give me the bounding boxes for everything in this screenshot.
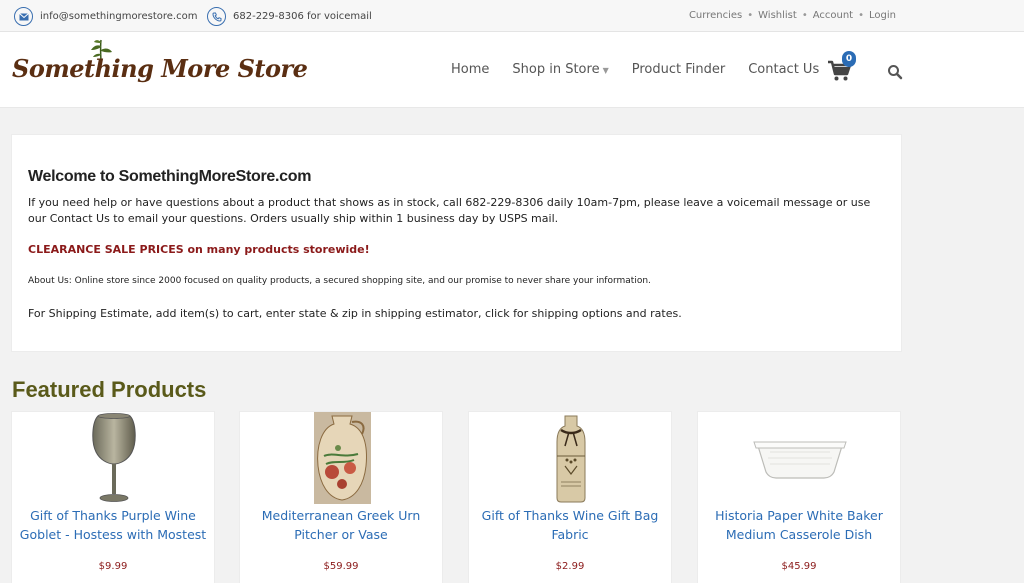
product-card[interactable]: Historia Paper White Baker Medium Casser… (697, 411, 901, 583)
cart-count-badge: 0 (842, 51, 856, 67)
product-name-link[interactable]: Gift of Thanks Wine Gift Bag Fabric (475, 506, 665, 544)
account-link[interactable]: Account (813, 10, 853, 21)
separator: • (858, 10, 865, 21)
currencies-link[interactable]: Currencies (689, 10, 742, 21)
product-card[interactable]: Gift of Thanks Wine Gift Bag Fabric $2.9… (468, 411, 672, 583)
phone-text[interactable]: 682-229-8306 for voicemail (233, 11, 372, 22)
nav-product-finder[interactable]: Product Finder (632, 62, 725, 77)
wishlist-link[interactable]: Wishlist (758, 10, 797, 21)
envelope-icon (14, 7, 33, 26)
product-name-link[interactable]: Gift of Thanks Purple Wine Goblet - Host… (18, 506, 208, 544)
casserole-dish-image[interactable] (698, 412, 902, 504)
phone-contact[interactable]: 682-229-8306 for voicemail (207, 7, 372, 26)
shipping-note: For Shipping Estimate, add item(s) to ca… (28, 307, 682, 320)
product-name-link[interactable]: Historia Paper White Baker Medium Casser… (704, 506, 894, 544)
phone-icon (207, 7, 226, 26)
about-us-text: About Us: Online store since 2000 focuse… (28, 276, 651, 286)
product-price: $2.99 (555, 561, 585, 572)
separator: • (801, 10, 808, 21)
login-link[interactable]: Login (869, 10, 896, 21)
wine-gift-bag-image[interactable] (469, 412, 673, 504)
clearance-notice: CLEARANCE SALE PRICES on many products s… (28, 243, 370, 256)
nav-shop-in-store[interactable]: Shop in Store ▼ (512, 62, 608, 77)
email-text[interactable]: info@somethingmorestore.com (40, 11, 197, 22)
product-price: $59.99 (323, 561, 359, 572)
welcome-panel: Welcome to SomethingMoreStore.com If you… (11, 134, 902, 352)
search-icon[interactable] (887, 64, 903, 80)
product-price: $45.99 (781, 561, 817, 572)
wine-goblet-image[interactable] (12, 412, 216, 504)
logo-text: Something More Store (12, 54, 308, 83)
chevron-down-icon: ▼ (602, 66, 609, 75)
greek-urn-image[interactable] (240, 412, 444, 504)
nav-shop-label: Shop in Store (512, 62, 600, 77)
separator: • (747, 10, 754, 21)
featured-products-heading: Featured Products (12, 377, 207, 402)
welcome-title: Welcome to SomethingMoreStore.com (28, 168, 312, 185)
product-name-link[interactable]: Mediterranean Greek Urn Pitcher or Vase (246, 506, 436, 544)
main-nav: Home Shop in Store ▼ Product Finder Conta… (451, 62, 842, 77)
product-price: $9.99 (98, 561, 128, 572)
nav-home[interactable]: Home (451, 62, 489, 77)
product-card[interactable]: Mediterranean Greek Urn Pitcher or Vase … (239, 411, 443, 583)
nav-contact-us[interactable]: Contact Us (748, 62, 819, 77)
welcome-intro: If you need help or have questions about… (28, 196, 871, 225)
top-bar: info@somethingmorestore.com 682-229-8306… (0, 0, 1024, 32)
email-contact[interactable]: info@somethingmorestore.com (14, 7, 197, 26)
site-header: Something More Store Home Shop in Store ▼… (0, 32, 1024, 108)
product-card[interactable]: Gift of Thanks Purple Wine Goblet - Host… (11, 411, 215, 583)
account-links: Currencies • Wishlist • Account • Login (689, 10, 896, 21)
